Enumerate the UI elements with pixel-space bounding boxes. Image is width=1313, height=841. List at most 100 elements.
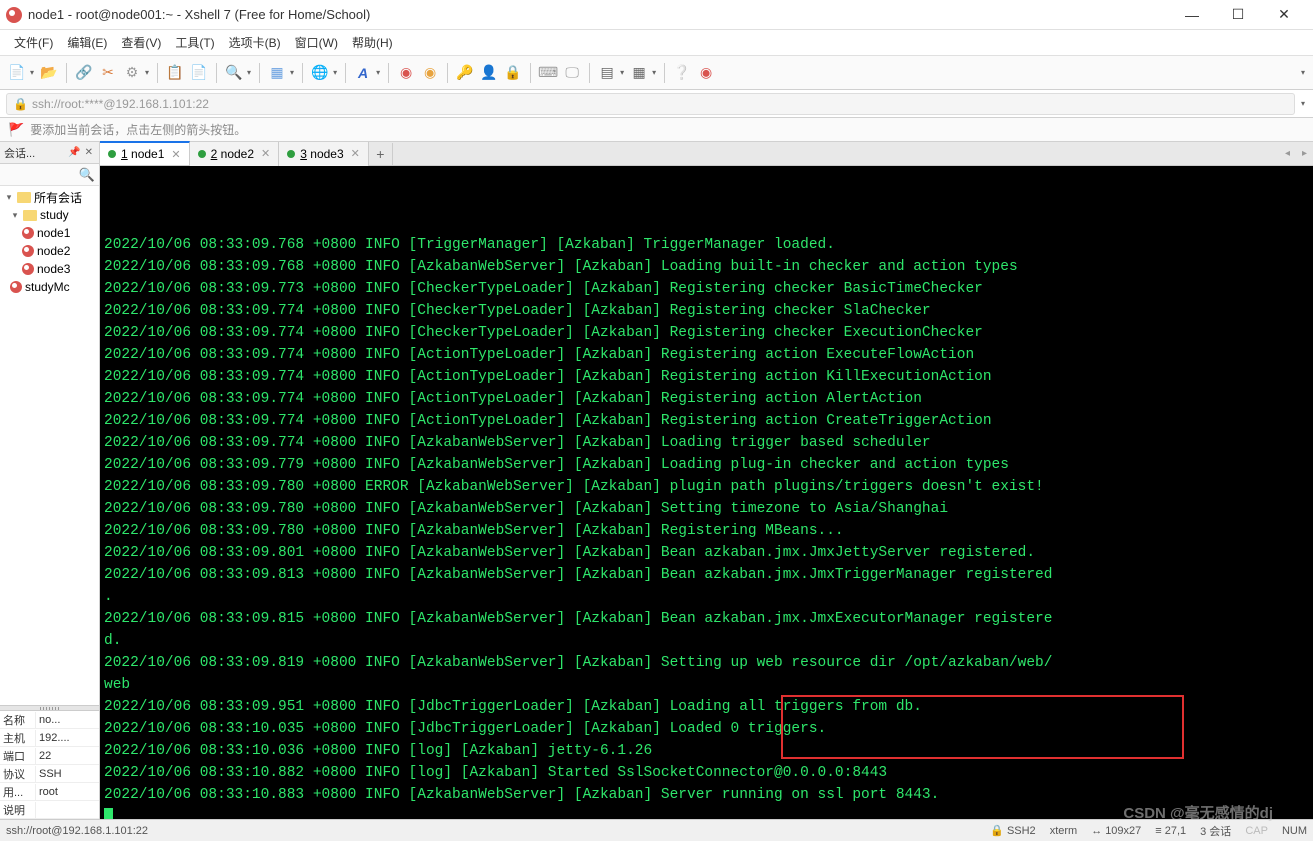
- dropdown-icon[interactable]: ▾: [288, 68, 296, 77]
- menu-edit[interactable]: 编辑(E): [61, 31, 113, 54]
- tab-close-icon[interactable]: ✕: [261, 147, 270, 160]
- tab-bar: 1 node1 ✕ 2 node2 ✕ 3 node3 ✕ + ◂ ▸: [100, 142, 1313, 166]
- status-sessions: 3 会话: [1200, 823, 1231, 839]
- open-folder-icon[interactable]: 📂: [38, 62, 60, 84]
- menu-view[interactable]: 查看(V): [115, 31, 167, 54]
- tab-node1[interactable]: 1 node1 ✕: [100, 141, 190, 165]
- session-panel: 会话... 📌 ✕ 🔍 ▾ 所有会话 ▾ study node1: [0, 142, 100, 819]
- status-protocol: SSH2: [1007, 825, 1036, 837]
- cascade-icon[interactable]: ▦: [628, 62, 650, 84]
- terminal-line: 2022/10/06 08:33:09.815 +0800 INFO [Azka…: [104, 608, 1309, 630]
- terminal-line: .: [104, 586, 1309, 608]
- terminal-line: 2022/10/06 08:33:09.768 +0800 INFO [Trig…: [104, 234, 1309, 256]
- tab-close-icon[interactable]: ✕: [171, 148, 180, 161]
- font-icon[interactable]: A: [352, 62, 374, 84]
- dropdown-icon[interactable]: ▾: [618, 68, 626, 77]
- window-title: node1 - root@node001:~ - Xshell 7 (Free …: [28, 7, 1169, 22]
- address-text: ssh://root:****@192.168.1.101:22: [32, 97, 209, 111]
- menu-tabs[interactable]: 选项卡(B): [223, 31, 287, 54]
- dropdown-icon[interactable]: ▾: [28, 68, 36, 77]
- paste-icon[interactable]: 📄: [188, 62, 210, 84]
- help-icon[interactable]: ❔: [671, 62, 693, 84]
- prop-desc-label: 说明: [0, 802, 36, 818]
- terminal-line: 2022/10/06 08:33:09.779 +0800 INFO [Azka…: [104, 454, 1309, 476]
- terminal-line: 2022/10/06 08:33:09.819 +0800 INFO [Azka…: [104, 652, 1309, 674]
- xshell-icon[interactable]: ◉: [395, 62, 417, 84]
- address-input[interactable]: 🔒 ssh://root:****@192.168.1.101:22: [6, 93, 1295, 115]
- maximize-button[interactable]: ☐: [1215, 1, 1261, 29]
- splitter[interactable]: [0, 705, 99, 711]
- address-dropdown-icon[interactable]: ▾: [1299, 99, 1307, 108]
- folder-icon: [17, 192, 31, 203]
- app-icon: [6, 7, 22, 23]
- titlebar: node1 - root@node001:~ - Xshell 7 (Free …: [0, 0, 1313, 30]
- cursor-icon: ≡: [1155, 825, 1161, 837]
- terminal-line: 2022/10/06 08:33:09.774 +0800 INFO [Acti…: [104, 410, 1309, 432]
- dropdown-icon[interactable]: ▾: [143, 68, 151, 77]
- tab-label: node1: [131, 147, 164, 161]
- address-bar: 🔒 ssh://root:****@192.168.1.101:22 ▾: [0, 90, 1313, 118]
- screen-icon[interactable]: 🖵: [561, 62, 583, 84]
- terminal[interactable]: 2022/10/06 08:33:09.768 +0800 INFO [Trig…: [100, 166, 1313, 819]
- tile-icon[interactable]: ▤: [596, 62, 618, 84]
- pin-icon[interactable]: 📌: [68, 147, 80, 158]
- menu-file[interactable]: 文件(F): [8, 31, 59, 54]
- prop-host-value: 192....: [36, 732, 99, 744]
- tab-node3[interactable]: 3 node3 ✕: [279, 142, 369, 166]
- prop-port-label: 端口: [0, 748, 36, 764]
- tree-session-node3[interactable]: node3: [0, 260, 99, 278]
- menu-tools[interactable]: 工具(T): [169, 31, 220, 54]
- session-tree: ▾ 所有会话 ▾ study node1 node2 node3: [0, 186, 99, 705]
- terminal-line: 2022/10/06 08:33:09.768 +0800 INFO [Azka…: [104, 256, 1309, 278]
- properties-icon[interactable]: ⚙: [121, 62, 143, 84]
- terminal-line: 2022/10/06 08:33:10.883 +0800 INFO [Azka…: [104, 784, 1309, 806]
- terminal-line: 2022/10/06 08:33:09.773 +0800 INFO [Chec…: [104, 278, 1309, 300]
- terminal-line: 2022/10/06 08:33:09.951 +0800 INFO [Jdbc…: [104, 696, 1309, 718]
- tree-root[interactable]: ▾ 所有会话: [0, 188, 99, 206]
- tab-number: 1: [121, 147, 128, 161]
- tab-node2[interactable]: 2 node2 ✕: [190, 142, 280, 166]
- panel-search[interactable]: 🔍: [0, 164, 99, 186]
- globe-icon[interactable]: 🌐: [309, 62, 331, 84]
- copy-icon[interactable]: 📋: [164, 62, 186, 84]
- terminal-line: 2022/10/06 08:33:09.774 +0800 INFO [Acti…: [104, 388, 1309, 410]
- new-session-icon[interactable]: 📄: [6, 62, 28, 84]
- status-dot-icon: [198, 150, 206, 158]
- tab-nav-next-icon[interactable]: ▸: [1296, 148, 1313, 159]
- tree-session-node2[interactable]: node2: [0, 242, 99, 260]
- xftp-icon[interactable]: ◉: [419, 62, 441, 84]
- dropdown-icon[interactable]: ▾: [374, 68, 382, 77]
- lock-icon[interactable]: 🔒: [502, 62, 524, 84]
- panel-close-icon[interactable]: ✕: [85, 147, 93, 158]
- dropdown-icon[interactable]: ▾: [245, 68, 253, 77]
- dropdown-icon[interactable]: ▾: [650, 68, 658, 77]
- keyboard-icon[interactable]: ⌨: [537, 62, 559, 84]
- tree-session-studymc[interactable]: studyMc: [0, 278, 99, 296]
- flag-icon: 🚩: [8, 122, 24, 138]
- toolbar-overflow-icon[interactable]: ▾: [1299, 68, 1307, 77]
- close-button[interactable]: ✕: [1261, 1, 1307, 29]
- dropdown-icon[interactable]: ▾: [331, 68, 339, 77]
- collapse-icon[interactable]: ▾: [4, 192, 14, 203]
- key-icon[interactable]: 🔑: [454, 62, 476, 84]
- terminal-line: 2022/10/06 08:33:10.882 +0800 INFO [log]…: [104, 762, 1309, 784]
- tree-label: node2: [37, 244, 70, 258]
- tree-session-node1[interactable]: node1: [0, 224, 99, 242]
- tree-folder-study[interactable]: ▾ study: [0, 206, 99, 224]
- terminal-line: 2022/10/06 08:33:09.774 +0800 INFO [Chec…: [104, 300, 1309, 322]
- hint-text: 要添加当前会话，点击左侧的箭头按钮。: [30, 121, 246, 138]
- user-icon[interactable]: 👤: [478, 62, 500, 84]
- collapse-icon[interactable]: ▾: [10, 210, 20, 221]
- layout-icon[interactable]: ▦: [266, 62, 288, 84]
- status-cap: CAP: [1245, 825, 1268, 837]
- tab-close-icon[interactable]: ✕: [351, 147, 360, 160]
- about-icon[interactable]: ◉: [695, 62, 717, 84]
- reconnect-icon[interactable]: 🔗: [73, 62, 95, 84]
- tab-add-button[interactable]: +: [369, 143, 393, 165]
- menu-help[interactable]: 帮助(H): [346, 31, 399, 54]
- disconnect-icon[interactable]: ✂: [97, 62, 119, 84]
- search-icon[interactable]: 🔍: [223, 62, 245, 84]
- minimize-button[interactable]: —: [1169, 1, 1215, 29]
- tab-nav-prev-icon[interactable]: ◂: [1279, 148, 1296, 159]
- menu-window[interactable]: 窗口(W): [289, 31, 344, 54]
